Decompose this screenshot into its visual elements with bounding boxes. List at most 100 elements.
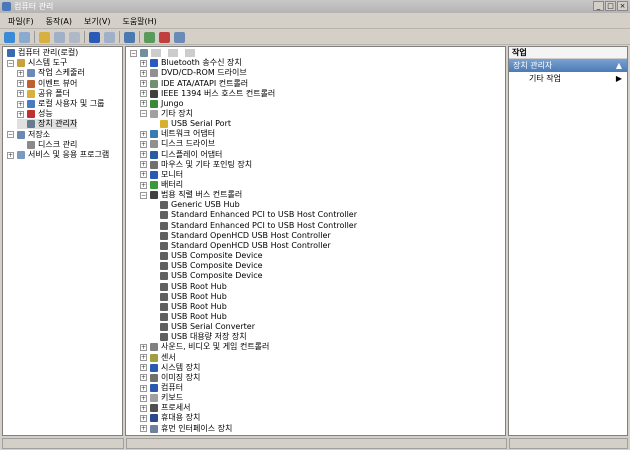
tree-item[interactable]: + 모니터 xyxy=(140,170,183,180)
tree-item[interactable]: USB Serial Port xyxy=(150,119,231,129)
menu-file[interactable]: 파일(F) xyxy=(8,14,34,28)
scan-hardware-icon[interactable] xyxy=(124,31,135,43)
help-icon[interactable] xyxy=(89,31,100,43)
tree-item[interactable]: Standard Enhanced PCI to USB Host Contro… xyxy=(150,210,357,220)
menu-help[interactable]: 도움말(H) xyxy=(122,14,156,28)
expand-icon[interactable]: + xyxy=(140,140,147,148)
tree-item[interactable]: + 작업 스케줄러 xyxy=(17,68,85,78)
tree-item[interactable]: + 네트워크 어댑터 xyxy=(140,129,215,139)
expand-icon[interactable]: + xyxy=(140,171,147,179)
tree-item[interactable]: USB Composite Device xyxy=(150,271,263,281)
tree-item[interactable]: + 휴먼 인터페이스 장치 xyxy=(140,424,232,434)
tree-item[interactable]: 컴퓨터 관리(로컬) xyxy=(3,48,78,58)
tree-item[interactable]: USB Serial Converter xyxy=(150,322,255,332)
tree-item[interactable]: + 공유 폴더 xyxy=(17,89,70,99)
tree-item[interactable]: + 디스플레이 어댑터 xyxy=(140,150,222,160)
tree-item[interactable]: USB Root Hub xyxy=(150,292,227,302)
forward-icon[interactable] xyxy=(19,31,30,43)
expand-icon[interactable]: + xyxy=(140,100,147,108)
collapse-icon[interactable]: − xyxy=(140,191,147,199)
expand-icon[interactable]: + xyxy=(140,425,147,433)
device-root[interactable]: − xyxy=(130,48,199,58)
tree-item[interactable]: 장치 관리자 xyxy=(17,119,78,130)
update-driver-icon[interactable] xyxy=(144,31,155,43)
expand-icon[interactable]: + xyxy=(17,100,24,108)
show-hide-tree-icon[interactable] xyxy=(54,31,65,43)
maximize-button[interactable]: □ xyxy=(605,1,616,11)
expand-icon[interactable]: + xyxy=(140,59,147,67)
tree-item[interactable]: + 컴퓨터 xyxy=(140,383,183,393)
actions-section-device-manager[interactable]: 장치 관리자 ▲ xyxy=(509,59,627,72)
expand-icon[interactable]: + xyxy=(140,80,147,87)
expand-icon[interactable]: + xyxy=(140,404,147,412)
tree-item[interactable]: USB Root Hub xyxy=(150,312,227,322)
tree-item[interactable]: USB Composite Device xyxy=(150,261,263,271)
tree-item[interactable]: + 센서 xyxy=(140,353,176,363)
tree-item[interactable]: + IDE ATA/ATAPI 컨트롤러 xyxy=(140,79,248,89)
expand-icon[interactable]: + xyxy=(140,69,147,77)
tree-item[interactable]: + 로컬 사용자 및 그룹 xyxy=(17,99,105,109)
tree-item[interactable]: Standard OpenHCD USB Host Controller xyxy=(150,241,331,251)
expand-icon[interactable]: + xyxy=(17,69,24,77)
show-action-pane-icon[interactable] xyxy=(104,31,115,43)
expand-icon[interactable]: + xyxy=(140,181,147,189)
up-folder-icon[interactable] xyxy=(39,31,50,43)
tree-item[interactable]: + IEEE 1394 버스 호스트 컨트롤러 xyxy=(140,89,275,99)
expand-icon[interactable]: + xyxy=(140,161,147,169)
tree-item[interactable]: + 이미징 장치 xyxy=(140,373,200,383)
tree-item[interactable]: 디스크 관리 xyxy=(17,140,77,150)
back-icon[interactable] xyxy=(4,31,15,43)
tree-item[interactable]: Generic USB Hub xyxy=(150,200,240,210)
tree-item[interactable]: + 사운드, 비디오 및 게임 컨트롤러 xyxy=(140,342,269,352)
expand-icon[interactable]: + xyxy=(140,151,147,159)
expand-icon[interactable]: + xyxy=(140,354,147,362)
minimize-button[interactable]: _ xyxy=(593,1,604,11)
tree-item[interactable]: Standard OpenHCD USB Host Controller xyxy=(150,231,331,241)
close-button[interactable]: × xyxy=(617,1,628,11)
expand-icon[interactable]: + xyxy=(140,384,147,392)
tree-item[interactable]: + DVD/CD-ROM 드라이브 xyxy=(140,68,247,78)
expand-icon[interactable]: + xyxy=(140,374,147,382)
tree-item[interactable]: − 시스템 도구 xyxy=(7,58,67,68)
collapse-icon[interactable]: − xyxy=(7,131,14,139)
tree-item[interactable]: + Jungo xyxy=(140,99,183,109)
tree-item[interactable]: USB Root Hub xyxy=(150,302,227,312)
expand-icon[interactable]: + xyxy=(140,394,147,402)
enable-device-icon[interactable] xyxy=(174,31,185,43)
expand-icon[interactable]: + xyxy=(140,414,147,422)
tree-item[interactable]: USB Composite Device xyxy=(150,251,263,261)
tree-item[interactable]: + 키보드 xyxy=(140,393,183,403)
collapse-arrow-icon[interactable]: ▲ xyxy=(616,59,622,72)
tree-item[interactable]: + Bluetooth 송수신 장치 xyxy=(140,58,242,68)
tree-item[interactable]: + 배터리 xyxy=(140,180,183,190)
tree-item[interactable]: − 기타 장치 xyxy=(140,109,193,119)
tree-item[interactable]: USB 대용량 저장 장치 xyxy=(150,332,247,342)
tree-item[interactable]: USB Root Hub xyxy=(150,282,227,292)
tree-item[interactable]: + 이벤트 뷰어 xyxy=(17,79,77,89)
tree-item[interactable]: + 성능 xyxy=(17,109,53,119)
tree-item[interactable]: + 서비스 및 응용 프로그램 xyxy=(7,150,109,160)
menu-view[interactable]: 보기(V) xyxy=(84,14,110,28)
collapse-icon[interactable]: − xyxy=(130,49,137,57)
collapse-icon[interactable]: − xyxy=(7,59,14,67)
expand-icon[interactable]: + xyxy=(140,364,147,372)
tree-item[interactable]: + 시스템 장치 xyxy=(140,363,200,373)
tree-item[interactable]: Standard Enhanced PCI to USB Host Contro… xyxy=(150,221,357,231)
uninstall-icon[interactable] xyxy=(159,31,170,43)
tree-item[interactable]: + 프로세서 xyxy=(140,403,190,413)
collapse-icon[interactable]: − xyxy=(140,110,147,118)
expand-icon[interactable]: + xyxy=(7,151,14,159)
tree-item[interactable]: − 범용 직렬 버스 컨트롤러 xyxy=(140,190,242,200)
expand-icon[interactable]: + xyxy=(17,90,24,98)
tree-item[interactable]: + 마우스 및 기타 포인팅 장치 xyxy=(140,160,252,170)
more-actions-item[interactable]: 기타 작업 ▶ xyxy=(509,72,627,85)
expand-icon[interactable]: + xyxy=(17,80,24,88)
menu-action[interactable]: 동작(A) xyxy=(46,14,72,28)
expand-icon[interactable]: + xyxy=(140,90,147,98)
expand-icon[interactable]: + xyxy=(140,343,147,351)
tree-item[interactable]: + 디스크 드라이브 xyxy=(140,139,215,149)
tree-item[interactable]: + 휴대용 장치 xyxy=(140,413,200,423)
properties-icon[interactable] xyxy=(69,31,80,43)
expand-icon[interactable]: + xyxy=(140,130,147,138)
tree-item[interactable]: − 저장소 xyxy=(7,130,50,140)
